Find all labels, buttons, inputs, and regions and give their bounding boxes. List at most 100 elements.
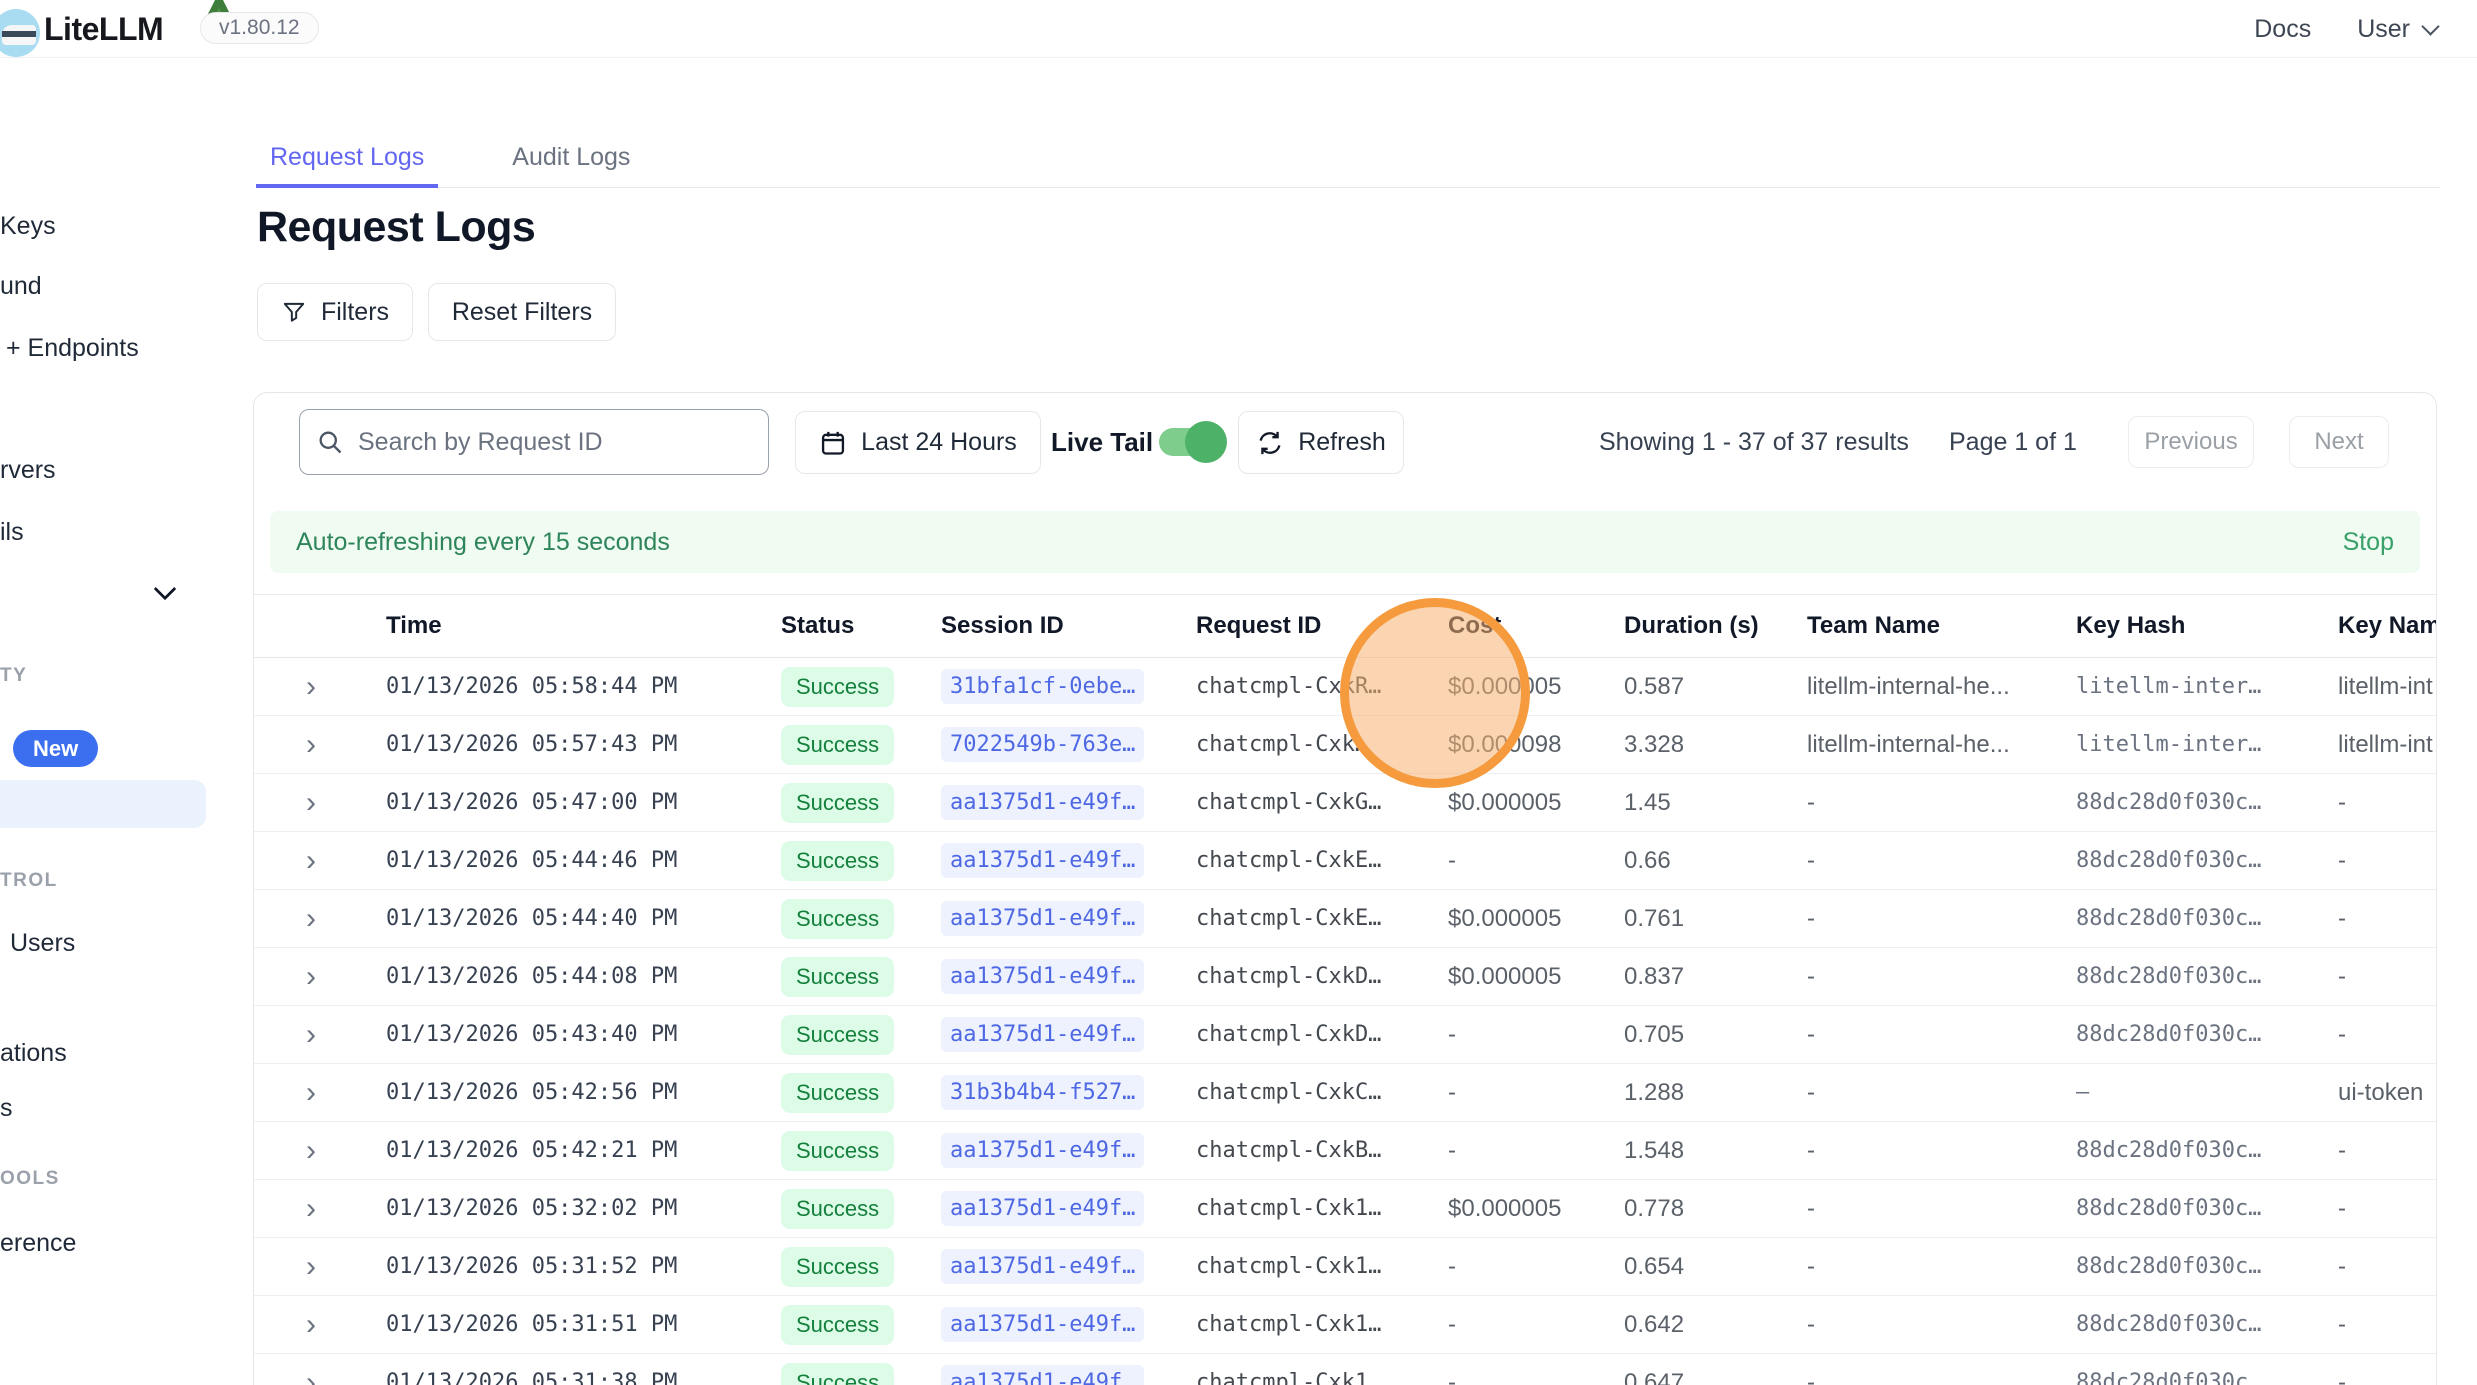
cell-request-id: chatcmpl-Cxk… <box>1196 732 1448 757</box>
reset-filters-button[interactable]: Reset Filters <box>428 283 616 341</box>
tab-audit-logs[interactable]: Audit Logs <box>510 131 632 188</box>
session-id-link[interactable]: 7022549b-763e… <box>941 727 1144 762</box>
row-expand-chevron-icon[interactable]: › <box>254 846 386 876</box>
row-expand-chevron-icon[interactable]: › <box>254 1078 386 1108</box>
top-navigation-bar: LiteLLM v1.80.12 Docs User <box>0 0 2477 58</box>
cell-key-hash: 88dc28d0f030c… <box>2076 1370 2338 1385</box>
cell-duration: 0.705 <box>1624 1021 1807 1049</box>
status-badge: Success <box>781 1363 894 1385</box>
search-box[interactable] <box>299 409 769 475</box>
session-id-link[interactable]: 31bfa1cf-0ebe… <box>941 669 1144 704</box>
cell-key-hash: – <box>2076 1080 2338 1105</box>
cell-duration: 1.45 <box>1624 789 1807 817</box>
filters-button[interactable]: Filters <box>257 283 413 341</box>
status-badge: Success <box>781 1189 894 1229</box>
cell-key-name: - <box>2338 1253 2436 1281</box>
sidebar-item-servers[interactable]: rvers <box>0 454 56 486</box>
row-expand-chevron-icon[interactable]: › <box>254 1368 386 1385</box>
cell-key-hash: 88dc28d0f030c… <box>2076 1254 2338 1279</box>
sidebar-collapse-chevron-icon[interactable] <box>154 578 177 601</box>
row-expand-chevron-icon[interactable]: › <box>254 962 386 992</box>
session-id-link[interactable]: aa1375d1-e49f… <box>941 1017 1144 1052</box>
docs-link[interactable]: Docs <box>2254 15 2311 44</box>
cell-time: 01/13/2026 05:58:44 PM <box>386 674 781 699</box>
cell-duration: 0.66 <box>1624 847 1807 875</box>
status-badge: Success <box>781 1247 894 1287</box>
stop-auto-refresh-link[interactable]: Stop <box>2343 528 2394 557</box>
cell-session-id: aa1375d1-e49f… <box>941 785 1196 820</box>
litellm-logo <box>0 9 40 57</box>
sidebar-item-guardrails[interactable]: ils <box>0 516 24 548</box>
user-menu-label[interactable]: User <box>2357 15 2410 44</box>
sidebar-item-users[interactable]: Users <box>10 927 75 959</box>
sidebar-section-activity: TY <box>0 664 27 688</box>
session-id-link[interactable]: aa1375d1-e49f… <box>941 901 1144 936</box>
session-id-link[interactable]: aa1375d1-e49f… <box>941 1133 1144 1168</box>
cell-duration: 3.328 <box>1624 731 1807 759</box>
refresh-button[interactable]: Refresh <box>1238 411 1404 474</box>
row-expand-chevron-icon[interactable]: › <box>254 1136 386 1166</box>
cell-cost: $0.000005 <box>1448 673 1624 701</box>
row-expand-chevron-icon[interactable]: › <box>254 1252 386 1282</box>
row-expand-chevron-icon[interactable]: › <box>254 1310 386 1340</box>
sidebar-item-api-reference[interactable]: erence <box>0 1227 76 1259</box>
cell-time: 01/13/2026 05:43:40 PM <box>386 1022 781 1047</box>
session-id-link[interactable]: aa1375d1-e49f… <box>941 1307 1144 1342</box>
row-expand-chevron-icon[interactable]: › <box>254 1020 386 1050</box>
search-input[interactable] <box>358 428 752 457</box>
row-expand-chevron-icon[interactable]: › <box>254 672 386 702</box>
sidebar-section-access-control: TROL <box>0 869 58 893</box>
row-expand-chevron-icon[interactable]: › <box>254 1194 386 1224</box>
table-row: ›01/13/2026 05:44:40 PMSuccessaa1375d1-e… <box>254 890 2436 948</box>
sidebar-item-organizations[interactable]: ations <box>0 1037 67 1069</box>
table-row: ›01/13/2026 05:42:21 PMSuccessaa1375d1-e… <box>254 1122 2436 1180</box>
session-id-link[interactable]: aa1375d1-e49f… <box>941 843 1144 878</box>
user-menu[interactable]: User <box>2357 15 2437 44</box>
cell-key-name: litellm-int <box>2338 673 2436 701</box>
session-id-link[interactable]: 31b3b4b4-f527… <box>941 1075 1144 1110</box>
row-expand-chevron-icon[interactable]: › <box>254 730 386 760</box>
cell-key-name: ui-token <box>2338 1079 2436 1107</box>
session-id-link[interactable]: aa1375d1-e49f… <box>941 959 1144 994</box>
cell-team-name: litellm-internal-he... <box>1807 731 2076 759</box>
new-badge: New <box>13 730 98 767</box>
session-id-link[interactable]: aa1375d1-e49f… <box>941 1249 1144 1284</box>
cell-session-id: aa1375d1-e49f… <box>941 1133 1196 1168</box>
session-id-link[interactable]: aa1375d1-e49f… <box>941 1191 1144 1226</box>
next-page-button[interactable]: Next <box>2289 416 2389 468</box>
cell-team-name: - <box>1807 847 2076 875</box>
cell-session-id: 31b3b4b4-f527… <box>941 1075 1196 1110</box>
cell-cost: $0.000005 <box>1448 789 1624 817</box>
cell-request-id: chatcmpl-CxkC… <box>1196 1080 1448 1105</box>
cell-status: Success <box>781 1247 941 1287</box>
session-id-link[interactable]: aa1375d1-e49f… <box>941 785 1144 820</box>
cell-time: 01/13/2026 05:31:51 PM <box>386 1312 781 1337</box>
cell-time: 01/13/2026 05:31:52 PM <box>386 1254 781 1279</box>
sidebar-item-playground[interactable]: und <box>0 270 42 302</box>
cell-request-id: chatcmpl-Cxk1… <box>1196 1370 1448 1385</box>
cell-cost: - <box>1448 1079 1624 1107</box>
session-id-link[interactable]: aa1375d1-e49f… <box>941 1365 1144 1385</box>
cell-duration: 0.778 <box>1624 1195 1807 1223</box>
cell-key-name: - <box>2338 1369 2436 1385</box>
cell-key-hash: 88dc28d0f030c… <box>2076 790 2338 815</box>
sidebar-item-keys[interactable]: Keys <box>0 210 56 242</box>
status-badge: Success <box>781 841 894 881</box>
cell-status: Success <box>781 957 941 997</box>
status-badge: Success <box>781 957 894 997</box>
request-logs-table: Time Status Session ID Request ID Cost D… <box>254 594 2436 1385</box>
sidebar-item-teams[interactable]: s <box>0 1092 13 1124</box>
cell-request-id: chatcmpl-CxkR… <box>1196 674 1448 699</box>
tab-request-logs[interactable]: Request Logs <box>256 131 438 188</box>
row-expand-chevron-icon[interactable]: › <box>254 788 386 818</box>
time-range-button[interactable]: Last 24 Hours <box>795 411 1041 474</box>
previous-page-button[interactable]: Previous <box>2128 416 2254 468</box>
cell-cost: - <box>1448 1137 1624 1165</box>
row-expand-chevron-icon[interactable]: › <box>254 904 386 934</box>
cell-team-name: - <box>1807 1021 2076 1049</box>
live-tail-label: Live Tail <box>1051 427 1153 458</box>
cell-status: Success <box>781 1363 941 1385</box>
sidebar-item-logs-selected[interactable] <box>0 780 206 828</box>
live-tail-toggle[interactable] <box>1159 428 1223 456</box>
sidebar-item-models-endpoints[interactable]: + Endpoints <box>6 332 139 364</box>
